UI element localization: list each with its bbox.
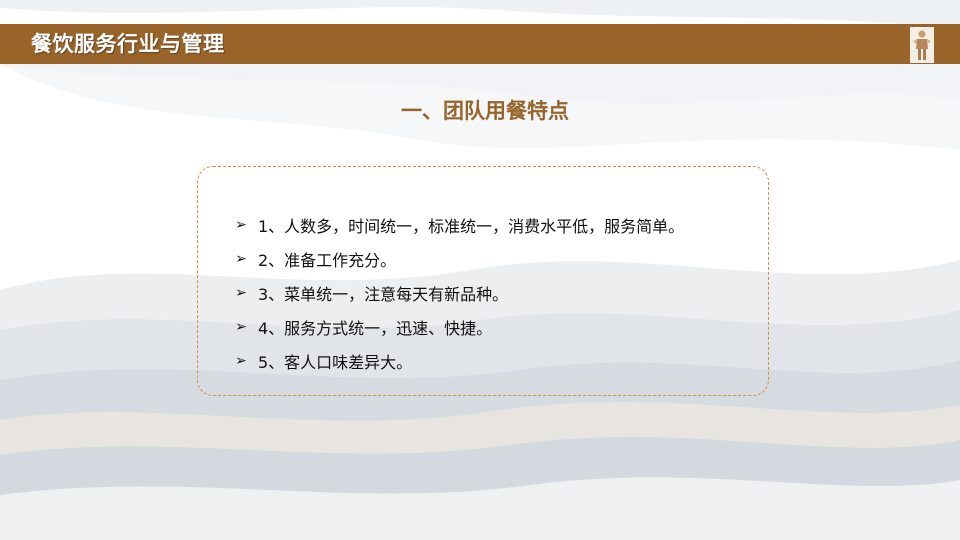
header-title: 餐饮服务行业与管理 bbox=[31, 32, 225, 56]
list-item: ➢ 3、菜单统一，注意每天有新品种。 bbox=[234, 276, 684, 310]
list-item-label: 2、准备工作充分。 bbox=[258, 251, 397, 270]
arrow-right-icon: ➢ bbox=[235, 319, 247, 335]
arrow-right-icon: ➢ bbox=[235, 217, 247, 233]
arrow-right-icon: ➢ bbox=[235, 353, 247, 369]
point-list: ➢ 1、人数多，时间统一，标准统一，消费水平低，服务简单。 ➢ 2、准备工作充分… bbox=[234, 208, 684, 378]
list-item: ➢ 2、准备工作充分。 bbox=[234, 242, 684, 276]
list-item: ➢ 4、服务方式统一，迅速、快捷。 bbox=[234, 310, 684, 344]
section-title: 一、团队用餐特点 bbox=[401, 99, 569, 123]
arrow-right-icon: ➢ bbox=[235, 285, 247, 301]
list-item-label: 4、服务方式统一，迅速、快捷。 bbox=[258, 319, 493, 338]
list-item-label: 1、人数多，时间统一，标准统一，消费水平低，服务简单。 bbox=[258, 217, 685, 236]
arrow-right-icon: ➢ bbox=[235, 251, 247, 267]
list-item-label: 3、菜单统一，注意每天有新品种。 bbox=[258, 285, 509, 304]
list-item: ➢ 1、人数多，时间统一，标准统一，消费水平低，服务简单。 bbox=[234, 208, 684, 242]
list-item: ➢ 5、客人口味差异大。 bbox=[234, 344, 684, 378]
figure-illustration-icon bbox=[910, 27, 934, 63]
list-item-label: 5、客人口味差异大。 bbox=[258, 353, 413, 372]
